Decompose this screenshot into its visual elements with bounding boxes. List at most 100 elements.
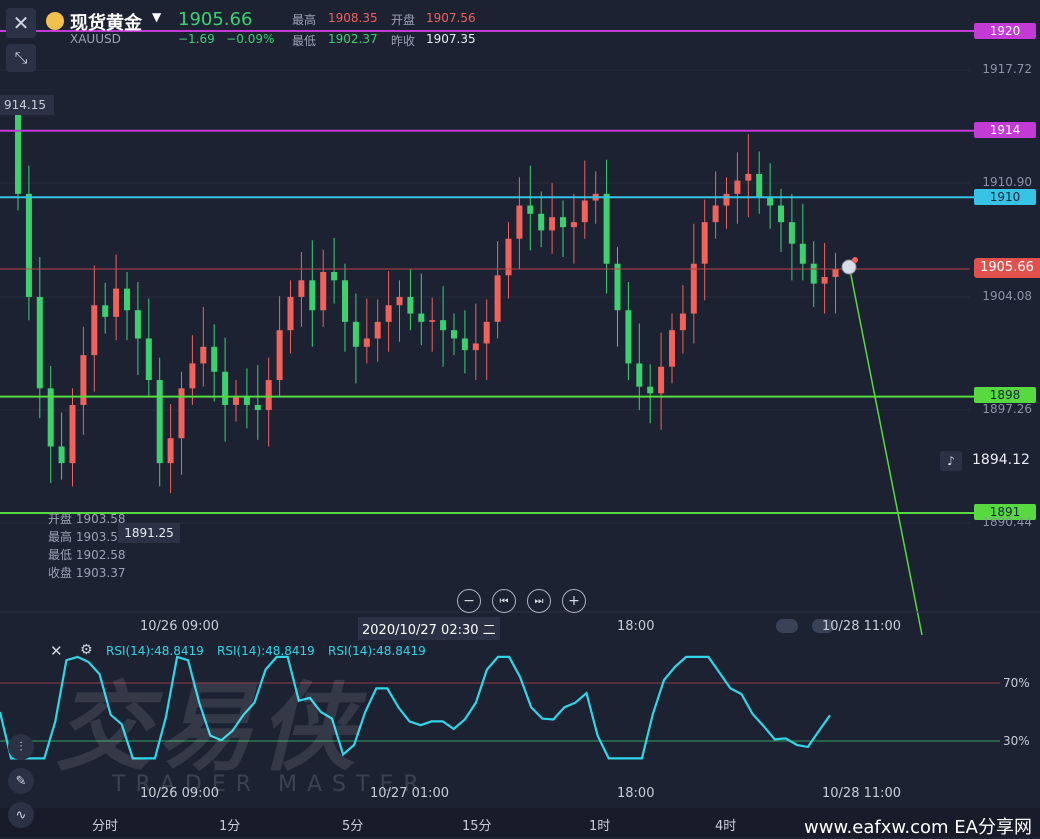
candle-body	[407, 296, 414, 314]
candle-body	[15, 114, 21, 194]
timeframe-tab[interactable]: 15分	[462, 815, 492, 834]
candle-body	[189, 363, 196, 389]
candle-body	[701, 222, 708, 264]
eye-icon[interactable]	[776, 619, 798, 633]
step-forward-button[interactable]: ⏭	[527, 589, 551, 613]
level-tag-1910[interactable]: 1910	[974, 189, 1036, 205]
candle-body	[767, 197, 774, 206]
alert-price[interactable]: 1894.12	[972, 452, 1030, 468]
candle-body	[374, 321, 381, 339]
rsi-70-label: 70%	[1003, 676, 1030, 690]
prev-close-label: 昨收	[391, 34, 416, 48]
candle-body	[810, 263, 817, 284]
bell-icon[interactable]: ♪	[940, 451, 962, 471]
candle-body	[320, 272, 327, 311]
time-axis-label: 10/26 09:00	[140, 619, 220, 634]
close-button[interactable]: ✕	[6, 8, 36, 38]
zoom-out-button[interactable]: −	[457, 589, 481, 613]
candle-body	[538, 213, 545, 231]
close-icon: ✕	[12, 11, 30, 35]
candle-body	[549, 217, 556, 231]
indicator-icon[interactable]: ⫶	[8, 734, 34, 760]
candle-body	[69, 404, 76, 464]
candle-body	[243, 396, 250, 405]
rsi-time-label: 10/27 01:00	[370, 786, 450, 801]
candle-body	[156, 380, 163, 464]
candle-body	[145, 338, 152, 381]
prev-close-value: 1907.35	[426, 32, 476, 46]
ohlc-high: 最高 1903.5	[48, 530, 118, 544]
pencil-icon[interactable]: ✎	[8, 768, 34, 794]
zoom-in-button[interactable]: +	[562, 589, 586, 613]
candle-body	[36, 296, 43, 389]
candle-body	[385, 305, 392, 322]
candle-body	[669, 330, 675, 367]
candle-body	[331, 272, 338, 281]
high-label: 最高	[292, 13, 317, 27]
candle-body	[636, 363, 643, 387]
candle-body	[658, 366, 665, 394]
price-axis-label: 1897.26	[982, 402, 1032, 416]
candle-body	[287, 296, 294, 331]
candle-body	[167, 438, 174, 464]
candle-body	[461, 338, 468, 351]
last-price: 1905.66	[178, 9, 253, 30]
footer-brand: www.eafxw.com EA分享网	[804, 817, 1032, 838]
candle-body	[472, 343, 479, 351]
candle-body	[429, 320, 436, 322]
rsi-time-label: 10/28 11:00	[822, 786, 902, 801]
timeframe-tab[interactable]: 4时	[715, 815, 736, 834]
level-tag-1914[interactable]: 1914	[974, 122, 1036, 138]
candle-body	[309, 280, 316, 311]
timeframe-tab[interactable]: 5分	[342, 815, 363, 834]
level-tag-1920[interactable]: 1920	[974, 23, 1036, 39]
price-change: −1.69 −0.09%	[178, 32, 274, 46]
candle-body	[494, 275, 501, 322]
candle-body	[832, 269, 839, 277]
candle-body	[396, 296, 403, 306]
candle-body	[363, 338, 370, 347]
ohlc-open: 开盘 1903.58	[48, 512, 126, 526]
step-back-button[interactable]: ⏮	[492, 589, 516, 613]
anchor-dot	[852, 257, 858, 263]
caret-down-icon[interactable]: ▼	[152, 10, 161, 24]
candle-body	[581, 200, 588, 223]
candle-body	[200, 346, 207, 364]
candle-body	[625, 310, 632, 364]
level-tag-1898[interactable]: 1898	[974, 387, 1036, 403]
candle-body	[614, 263, 621, 311]
crosshair-time-label: 2020/10/27 02:30 二	[358, 617, 500, 640]
candle-body	[451, 330, 457, 339]
plus-icon: +	[568, 593, 580, 609]
time-axis-label: 18:00	[617, 619, 655, 634]
candle-body	[440, 320, 447, 331]
collapse-button[interactable]: ⤡	[6, 44, 36, 72]
current-price-tag: 1905.66	[974, 258, 1040, 278]
price-axis-label: 1910.90	[982, 175, 1032, 189]
candle-body	[102, 305, 109, 317]
line-chart-icon[interactable]: ∿	[8, 802, 34, 828]
gold-coins-icon	[46, 12, 64, 30]
timeframe-tab[interactable]: 分时	[92, 815, 118, 834]
collapse-arrows-icon: ⤡	[14, 48, 28, 67]
candle-body	[778, 205, 784, 223]
change-percent: −0.09%	[226, 32, 275, 46]
price-axis-label: 1890.44	[982, 515, 1032, 529]
low-value: 1902.37	[328, 32, 378, 46]
candle-body	[745, 173, 752, 181]
timeframe-tab[interactable]: 1分	[219, 815, 240, 834]
timeframe-tab[interactable]: 1时	[589, 815, 610, 834]
candle-body	[222, 371, 229, 405]
candle-body	[712, 205, 719, 223]
price-axis-label: 1904.08	[982, 289, 1032, 303]
low-marker-label: 1891.25	[118, 523, 180, 543]
candle-body	[505, 238, 512, 276]
candle-body	[647, 386, 654, 394]
candle-body	[821, 276, 828, 284]
symbol-code: XAUUSD	[70, 32, 121, 46]
high-value: 1908.35	[328, 11, 378, 25]
candle-body	[352, 321, 359, 347]
change-value: −1.69	[178, 32, 215, 46]
candle-body	[756, 173, 763, 198]
candle-body	[113, 288, 120, 317]
